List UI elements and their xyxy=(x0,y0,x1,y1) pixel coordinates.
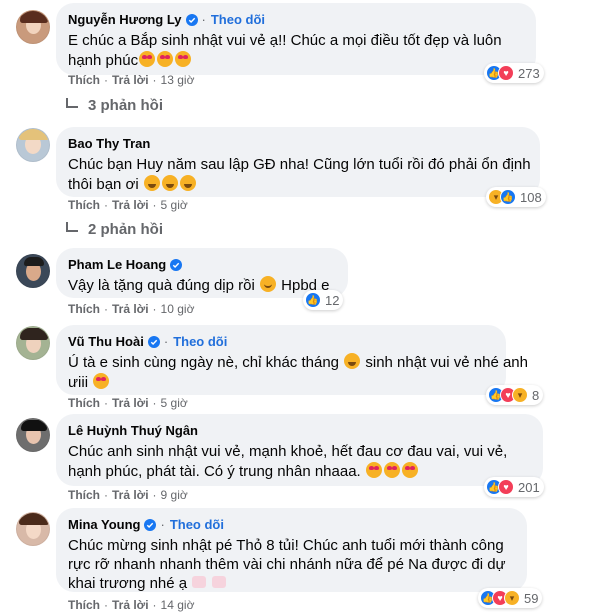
verified-icon xyxy=(185,13,198,26)
timestamp[interactable]: 13 giờ xyxy=(161,73,195,87)
comment-text: Chúc mừng sinh nhật pé Thỏ 8 tủi! Chúc a… xyxy=(68,537,506,592)
reaction-summary[interactable]: 👍 ♥ ▾ 59 xyxy=(478,588,543,608)
laughing-emoji xyxy=(161,175,178,191)
like-link[interactable]: Thích xyxy=(68,396,100,410)
view-replies-link[interactable]: 2 phản hồi xyxy=(66,221,163,238)
author-name[interactable]: Bao Thy Tran xyxy=(68,136,150,151)
comment-text: E chúc a Bắp sinh nhật vui vẻ ạ!! Chúc a… xyxy=(68,32,502,69)
avatar[interactable] xyxy=(16,10,50,44)
author-name[interactable]: Lê Huỳnh Thuý Ngân xyxy=(68,423,198,438)
comment-bubble: Bao Thy Tran Chúc bạn Huy năm sau lập GĐ… xyxy=(56,127,540,197)
smiling-hearts-emoji xyxy=(93,373,110,389)
avatar[interactable] xyxy=(16,326,50,360)
comment-actions: Thích · Trả lời · 14 giờ xyxy=(68,598,195,612)
like-link[interactable]: Thích xyxy=(68,198,100,212)
comment-6: Mina Young · Theo dõi Chúc mừng sinh nhậ… xyxy=(0,508,593,613)
reply-link[interactable]: Trả lời xyxy=(112,488,149,502)
reply-arrow-icon xyxy=(66,221,78,232)
cake-emoji xyxy=(212,576,227,588)
like-link[interactable]: Thích xyxy=(68,302,100,316)
like-reaction-icon: 👍 xyxy=(305,292,321,308)
party-face-emoji xyxy=(383,462,400,478)
party-face-emoji xyxy=(365,462,382,478)
comment-text: Ú tà e sinh cùng ngày nè, chỉ khác tháng… xyxy=(68,353,528,391)
smile-emoji xyxy=(259,276,276,292)
avatar[interactable] xyxy=(16,254,50,288)
avatar[interactable] xyxy=(16,418,50,452)
comment-3: Pham Le Hoang Vậy là tặng quà đúng dịp r… xyxy=(0,248,593,320)
author-name[interactable]: Vũ Thu Hoài xyxy=(68,334,144,349)
reaction-summary[interactable]: ▾ 👍 108 xyxy=(486,187,546,207)
love-reaction-icon: ♥ xyxy=(498,479,514,495)
comment-1: Nguyễn Hương Ly · Theo dõi E chúc a Bắp … xyxy=(0,0,593,120)
comment-text: Vậy là tặng quà đúng dịp rồi Hpbd e xyxy=(68,276,330,294)
author-name[interactable]: Nguyễn Hương Ly xyxy=(68,12,182,27)
like-link[interactable]: Thích xyxy=(68,73,100,87)
party-face-emoji xyxy=(401,462,418,478)
comment-5: Lê Huỳnh Thuý Ngân Chúc anh sinh nhật vu… xyxy=(0,414,593,506)
heart-eyes-emoji xyxy=(157,51,174,67)
like-link[interactable]: Thích xyxy=(68,598,100,612)
reply-link[interactable]: Trả lời xyxy=(112,598,149,612)
comment-bubble: Nguyễn Hương Ly · Theo dõi E chúc a Bắp … xyxy=(56,3,536,75)
comment-actions: Thích · Trả lời · 5 giờ xyxy=(68,198,188,212)
reply-arrow-icon xyxy=(66,97,78,108)
comment-text: Chúc anh sinh nhật vui vẻ, mạnh khoẻ, hế… xyxy=(68,443,508,480)
timestamp[interactable]: 9 giờ xyxy=(161,488,188,502)
heart-eyes-emoji xyxy=(175,51,192,67)
timestamp[interactable]: 5 giờ xyxy=(161,198,188,212)
rolling-laughing-emoji xyxy=(344,353,361,369)
cake-emoji xyxy=(192,576,207,588)
heart-eyes-emoji xyxy=(139,51,156,67)
avatar[interactable] xyxy=(16,512,50,546)
reaction-summary[interactable]: 👍 ♥ 201 xyxy=(484,477,544,497)
comment-bubble: Vũ Thu Hoài · Theo dõi Ú tà e sinh cùng … xyxy=(56,325,528,395)
laughing-emoji xyxy=(143,175,160,191)
comment-bubble: Pham Le Hoang Vậy là tặng quà đúng dịp r… xyxy=(56,248,348,298)
like-reaction-icon: 👍 xyxy=(500,189,516,205)
reaction-summary[interactable]: 👍 ♥ 273 xyxy=(484,63,544,83)
comment-text: Chúc bạn Huy năm sau lập GĐ nha! Cũng lớ… xyxy=(68,156,531,193)
follow-link[interactable]: Theo dõi xyxy=(173,334,227,349)
laughing-emoji xyxy=(179,175,196,191)
timestamp[interactable]: 14 giờ xyxy=(161,598,195,612)
haha-reaction-icon: ▾ xyxy=(504,590,520,606)
verified-icon xyxy=(170,258,183,271)
verified-icon xyxy=(144,518,157,531)
timestamp[interactable]: 10 giờ xyxy=(161,302,195,316)
haha-reaction-icon: ▾ xyxy=(512,387,528,403)
comment-4: Vũ Thu Hoài · Theo dõi Ú tà e sinh cùng … xyxy=(0,322,593,414)
comment-bubble: Mina Young · Theo dõi Chúc mừng sinh nhậ… xyxy=(56,508,527,592)
reply-link[interactable]: Trả lời xyxy=(112,396,149,410)
comment-actions: Thích · Trả lời · 5 giờ xyxy=(68,396,188,410)
verified-icon xyxy=(147,335,160,348)
love-reaction-icon: ♥ xyxy=(498,65,514,81)
author-name[interactable]: Mina Young xyxy=(68,517,140,532)
follow-link[interactable]: Theo dõi xyxy=(170,517,224,532)
author-name[interactable]: Pham Le Hoang xyxy=(68,257,166,272)
view-replies-link[interactable]: 3 phản hồi xyxy=(66,97,163,114)
timestamp[interactable]: 5 giờ xyxy=(161,396,188,410)
comment-bubble: Lê Huỳnh Thuý Ngân Chúc anh sinh nhật vu… xyxy=(56,414,543,486)
comment-actions: Thích · Trả lời · 9 giờ xyxy=(68,488,188,502)
comment-actions: Thích · Trả lời · 13 giờ xyxy=(68,73,195,87)
comment-2: Bao Thy Tran Chúc bạn Huy năm sau lập GĐ… xyxy=(0,124,593,242)
reply-link[interactable]: Trả lời xyxy=(112,73,149,87)
reply-link[interactable]: Trả lời xyxy=(112,302,149,316)
follow-link[interactable]: Theo dõi xyxy=(211,12,265,27)
reaction-summary[interactable]: 👍 12 xyxy=(303,290,344,310)
avatar[interactable] xyxy=(16,128,50,162)
like-link[interactable]: Thích xyxy=(68,488,100,502)
reaction-summary[interactable]: 👍 ♥ ▾ 8 xyxy=(486,385,544,405)
reply-link[interactable]: Trả lời xyxy=(112,198,149,212)
comment-actions: Thích · Trả lời · 10 giờ xyxy=(68,302,195,316)
